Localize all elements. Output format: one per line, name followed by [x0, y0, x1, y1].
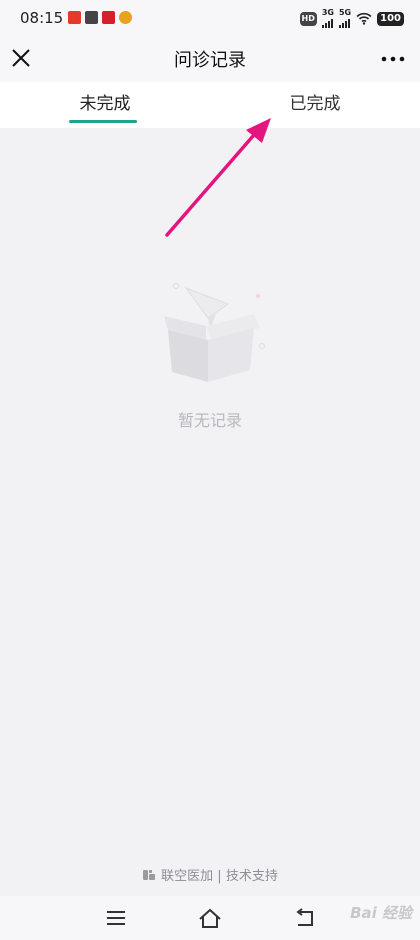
battery-indicator: 100: [377, 11, 404, 26]
active-tab-indicator: [69, 120, 137, 123]
signal-3g-label: 3G: [321, 8, 334, 17]
nav-bar: 问诊记录: [0, 36, 420, 82]
status-indicators: HD 3G 5G 100: [299, 8, 404, 28]
back-icon[interactable]: [292, 906, 318, 930]
status-time: 08:15: [20, 9, 64, 27]
tab-completed[interactable]: 已完成: [210, 82, 420, 128]
annotation-arrow: [165, 118, 271, 237]
signal-bars-icon: [321, 17, 333, 28]
news-app-icon: [68, 11, 81, 24]
footer-text: 联空医加 | 技术支持: [161, 869, 278, 884]
signal-bars-icon: [338, 17, 350, 28]
empty-box-icon: [164, 283, 265, 382]
watermark: Bai 经验: [350, 904, 412, 922]
more-icon[interactable]: [380, 48, 406, 70]
footer: 联空医加 | 技术支持: [0, 865, 420, 884]
screen: 08:15 HD 3G 5G 100 问诊记录 未完成 已完成 暂无记录 联空医…: [0, 0, 420, 940]
notification-icons: [68, 11, 132, 24]
shield-app-icon: [85, 11, 98, 24]
signal-3g-group: 3G: [321, 8, 334, 28]
brand-logo-icon: [143, 869, 156, 880]
tab-bar: 未完成 已完成: [0, 82, 420, 128]
hd-badge: HD: [299, 11, 317, 26]
page-title: 问诊记录: [174, 50, 246, 71]
signal-5g-group: 5G: [338, 8, 352, 28]
wifi-icon: [356, 12, 372, 25]
menu-icon[interactable]: [103, 906, 129, 930]
shopping-app-icon: [102, 11, 115, 24]
signal-5g-label: 5G: [338, 8, 352, 17]
empty-state-text: 暂无记录: [177, 411, 242, 430]
status-bar: 08:15 HD 3G 5G 100: [0, 0, 420, 36]
home-icon[interactable]: [197, 906, 223, 930]
weibo-icon: [119, 11, 132, 24]
